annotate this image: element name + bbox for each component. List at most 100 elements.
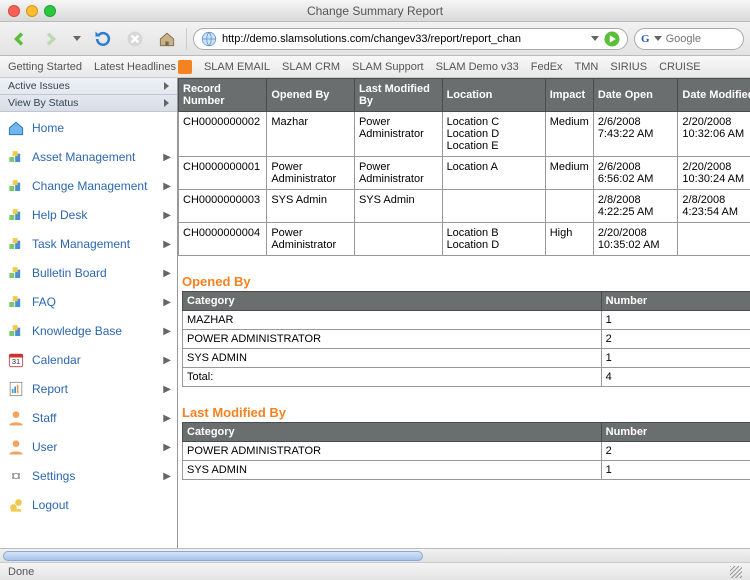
table-row[interactable]: CH0000000004Power AdministratorLocation …	[179, 223, 750, 256]
sidebar-item-settings[interactable]: Settings▶	[0, 462, 177, 491]
bookmark-item[interactable]: FedEx	[531, 61, 563, 73]
sidebar-item-label: Report	[32, 382, 157, 396]
table-row[interactable]: CH0000000002MazharPower AdministratorLoc…	[179, 112, 750, 157]
report-column-header[interactable]: Last Modified By	[354, 79, 442, 112]
sidebar: Active Issues View By Status HomeAsset M…	[0, 78, 178, 560]
report-column-header[interactable]: Impact	[545, 79, 593, 112]
chevron-right-icon: ▶	[163, 152, 171, 163]
cell-loc	[442, 190, 545, 223]
cell-modified: SYS Admin	[354, 190, 442, 223]
bulletin-icon	[6, 263, 26, 283]
filter-active-issues[interactable]: Active Issues	[0, 78, 177, 95]
sidebar-item-label: Logout	[32, 498, 171, 512]
bookmark-item[interactable]: Getting Started	[8, 61, 82, 73]
report-column-header[interactable]: Location	[442, 79, 545, 112]
filter-view-by-status[interactable]: View By Status	[0, 95, 177, 112]
chevron-right-icon: ▶	[163, 268, 171, 279]
address-bar[interactable]: http://demo.slamsolutions.com/changev33/…	[193, 28, 628, 50]
cell-opened: Power Administrator	[267, 223, 355, 256]
sidebar-item-asset-management[interactable]: Asset Management ▶	[0, 143, 177, 172]
table-row: MAZHAR125%	[183, 311, 750, 330]
browser-toolbar: http://demo.slamsolutions.com/changev33/…	[0, 22, 750, 56]
bookmark-item[interactable]: SLAM CRM	[282, 61, 340, 73]
report-column-header[interactable]: Date Open	[593, 79, 678, 112]
cell-loc: Location A	[442, 157, 545, 190]
scrollbar-thumb[interactable]	[3, 551, 423, 561]
sidebar-item-logout[interactable]: Logout	[0, 491, 177, 520]
summary-header: Category	[183, 292, 602, 311]
sidebar-item-faq[interactable]: FAQ▶	[0, 288, 177, 317]
bookmark-item[interactable]: SLAM Support	[352, 61, 424, 73]
horizontal-scrollbar[interactable]	[0, 548, 750, 562]
cell-loc: Location C Location D Location E	[442, 112, 545, 157]
sidebar-item-bulletin-board[interactable]: Bulletin Board ▶	[0, 259, 177, 288]
table-row: POWER ADMINISTRATOR250%	[183, 330, 750, 349]
bookmark-item[interactable]: TMN	[575, 61, 599, 73]
search-input[interactable]	[666, 33, 737, 45]
report-column-header[interactable]: Opened By	[267, 79, 355, 112]
report-column-header[interactable]: Date Modified	[678, 79, 750, 112]
bookmark-bar: Getting Started Latest Headlines SLAM EM…	[0, 56, 750, 78]
chevron-right-icon: ▶	[163, 297, 171, 308]
sidebar-item-task-management[interactable]: Task Management▶	[0, 230, 177, 259]
content-area: Active Issues View By Status HomeAsset M…	[0, 78, 750, 560]
home-button[interactable]	[154, 26, 180, 52]
sidebar-menu: Home Asset Management ▶ Change Management▶H…	[0, 112, 177, 522]
chevron-down-icon	[73, 36, 81, 41]
summary-title: Opened By	[182, 274, 750, 289]
arrow-right-icon	[41, 29, 61, 49]
help-icon	[6, 205, 26, 225]
report-pane[interactable]: Record NumberOpened ByLast Modified ByLo…	[178, 78, 750, 560]
report-icon	[6, 379, 26, 399]
chevron-right-icon: ▶	[163, 239, 171, 250]
summary-table: CategoryNumberPercentPOWER ADMINISTRATOR…	[182, 422, 750, 480]
chevron-down-icon[interactable]	[591, 36, 599, 41]
chevron-right-icon: ▶	[163, 210, 171, 221]
chevron-right-icon	[164, 82, 169, 90]
cell-modified: Power Administrator	[354, 157, 442, 190]
sidebar-item-help-desk[interactable]: Help Desk▶	[0, 201, 177, 230]
sidebar-item-staff[interactable]: Staff▶	[0, 404, 177, 433]
cell-rec: CH0000000003	[179, 190, 267, 223]
report-column-header[interactable]: Record Number	[179, 79, 267, 112]
chevron-right-icon	[164, 99, 169, 107]
cell-rec: CH0000000004	[179, 223, 267, 256]
sidebar-item-report[interactable]: Report▶	[0, 375, 177, 404]
go-icon[interactable]	[603, 30, 621, 48]
sidebar-item-label: User	[32, 440, 157, 454]
search-bar[interactable]: G	[634, 28, 744, 50]
sidebar-item-knowledge-base[interactable]: Knowledge Base▶	[0, 317, 177, 346]
bookmark-item[interactable]: Latest Headlines	[94, 60, 192, 74]
resize-grip[interactable]	[730, 566, 742, 578]
sidebar-item-change-management[interactable]: Change Management▶	[0, 172, 177, 201]
sidebar-item-home[interactable]: Home	[0, 114, 177, 143]
sidebar-item-label: Staff	[32, 411, 157, 425]
table-row: SYS ADMIN125%	[183, 349, 750, 368]
faq-icon	[6, 292, 26, 312]
history-dropdown[interactable]	[70, 36, 84, 41]
reload-button[interactable]	[90, 26, 116, 52]
summary-total-row: Total:4	[183, 368, 750, 387]
bookmark-item[interactable]: SIRIUS	[610, 61, 647, 73]
bookmark-item[interactable]: CRUISE	[659, 61, 701, 73]
cell-opened: Mazhar	[267, 112, 355, 157]
chevron-right-icon: ▶	[163, 442, 171, 453]
sidebar-item-user[interactable]: User ▶	[0, 433, 177, 462]
sidebar-item-label: Settings	[32, 469, 157, 483]
table-row[interactable]: CH0000000001Power AdministratorPower Adm…	[179, 157, 750, 190]
bookmark-item[interactable]: SLAM EMAIL	[204, 61, 270, 73]
table-row[interactable]: CH0000000003SYS AdminSYS Admin2/8/2008 4…	[179, 190, 750, 223]
cell-impact: Medium	[545, 157, 593, 190]
back-button[interactable]	[6, 26, 32, 52]
forward-button[interactable]	[38, 26, 64, 52]
chevron-down-icon[interactable]	[654, 36, 662, 41]
sidebar-item-label: Bulletin Board	[32, 266, 157, 280]
sidebar-item-label: Asset Management	[32, 150, 157, 164]
cell-dopen: 2/6/2008 7:43:22 AM	[593, 112, 678, 157]
sidebar-filters: Active Issues View By Status	[0, 78, 177, 112]
staff-icon	[6, 408, 26, 428]
bookmark-item[interactable]: SLAM Demo v33	[436, 61, 519, 73]
sidebar-item-label: Calendar	[32, 353, 157, 367]
sidebar-item-calendar[interactable]: 31Calendar▶	[0, 346, 177, 375]
stop-button[interactable]	[122, 26, 148, 52]
